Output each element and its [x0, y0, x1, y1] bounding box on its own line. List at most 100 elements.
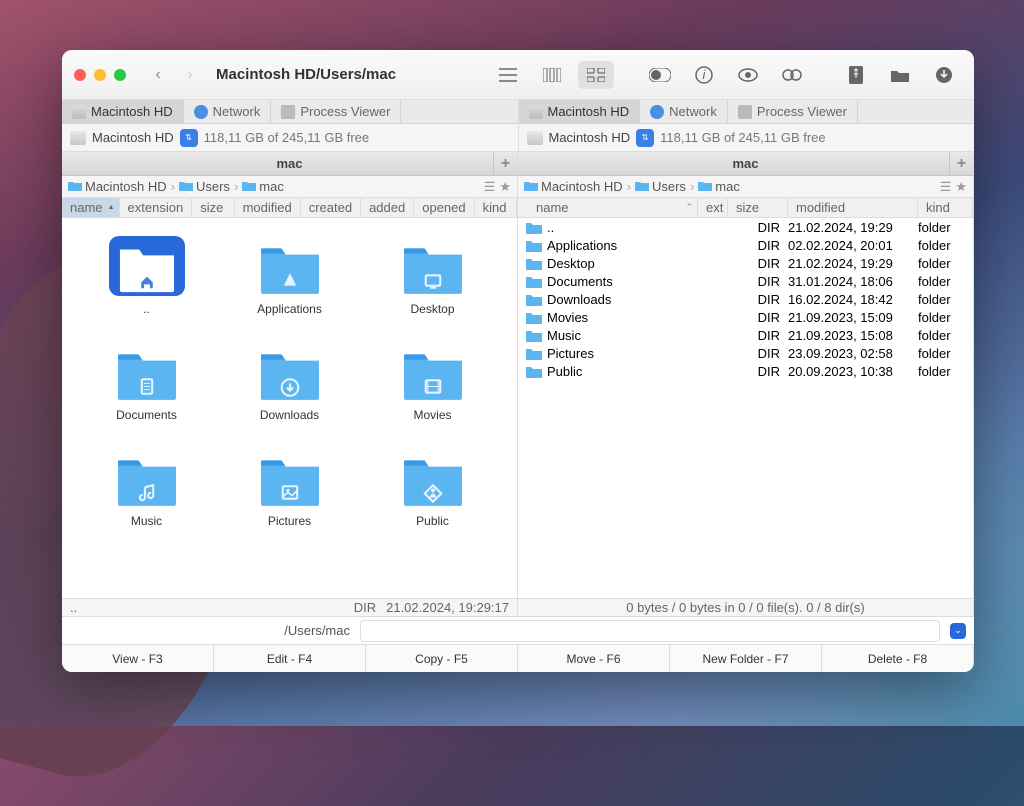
path-label: /Users/mac — [70, 623, 350, 638]
folder-icon — [526, 329, 542, 342]
drive-name: Macintosh HD — [92, 130, 174, 145]
right-list[interactable]: .. DIR 21.02.2024, 19:29 folder Applicat… — [518, 218, 973, 598]
column-header-added[interactable]: added — [361, 198, 414, 217]
grid-item-pictures[interactable]: Pictures — [223, 448, 356, 528]
fn-button-edit[interactable]: Edit - F4 — [214, 645, 366, 672]
quicklook-button[interactable] — [730, 61, 766, 89]
net-icon — [650, 105, 664, 119]
tab-process-viewer[interactable]: Process Viewer — [728, 100, 858, 123]
view-mode-icon[interactable]: ☰ — [940, 179, 952, 195]
favorite-icon[interactable]: ★ — [955, 179, 967, 195]
column-view-button[interactable] — [534, 61, 570, 89]
left-pane-title: mac + — [62, 152, 517, 176]
item-label: Desktop — [410, 302, 454, 316]
forward-button[interactable]: › — [178, 63, 202, 87]
right-columns-header: nameextsizemodifiedkind — [518, 198, 973, 218]
path-dropdown[interactable]: ⌄ — [950, 623, 966, 639]
tab-macintosh-hd[interactable]: Macintosh HD — [519, 100, 641, 123]
list-row[interactable]: Music DIR 21.09.2023, 15:08 folder — [518, 326, 973, 344]
view-mode-icon[interactable]: ☰ — [484, 179, 496, 195]
column-header-name[interactable]: name — [62, 198, 120, 217]
fn-button-view[interactable]: View - F3 — [62, 645, 214, 672]
disk-icon — [72, 105, 86, 119]
tab-network[interactable]: Network — [184, 100, 272, 123]
drive-dropdown[interactable]: ⇅ — [180, 129, 198, 147]
list-row[interactable]: Public DIR 20.09.2023, 10:38 folder — [518, 362, 973, 380]
column-header-created[interactable]: created — [301, 198, 361, 217]
list-row[interactable]: Pictures DIR 23.09.2023, 02:58 folder — [518, 344, 973, 362]
grid-item-movies[interactable]: Movies — [366, 342, 499, 422]
new-tab-button[interactable]: + — [493, 152, 517, 176]
list-view-button[interactable] — [490, 61, 526, 89]
fn-button-delete[interactable]: Delete - F8 — [822, 645, 974, 672]
breadcrumb-item[interactable]: mac — [242, 179, 284, 194]
grid-item-downloads[interactable]: Downloads — [223, 342, 356, 422]
column-header-kind[interactable]: kind — [918, 198, 973, 217]
grid-item-documents[interactable]: Documents — [80, 342, 213, 422]
grid-item-[interactable]: .. — [80, 236, 213, 316]
compress-button[interactable] — [838, 61, 874, 89]
grid-item-desktop[interactable]: Desktop — [366, 236, 499, 316]
column-header-modified[interactable]: modified — [235, 198, 301, 217]
favorite-icon[interactable]: ★ — [499, 179, 511, 195]
item-label: .. — [143, 302, 150, 316]
column-header-name[interactable]: name — [518, 198, 698, 217]
breadcrumb-item[interactable]: Users — [179, 179, 230, 194]
fn-button-move[interactable]: Move - F6 — [518, 645, 670, 672]
drive-space: 118,11 GB of 245,11 GB free — [204, 130, 370, 145]
column-header-extension[interactable]: extension — [120, 198, 193, 217]
column-header-ext[interactable]: ext — [698, 198, 728, 217]
tab-network[interactable]: Network — [640, 100, 728, 123]
list-row[interactable]: Documents DIR 31.01.2024, 18:06 folder — [518, 272, 973, 290]
proc-icon — [738, 105, 752, 119]
column-header-size[interactable]: size — [728, 198, 788, 217]
panes: mac + Macintosh HD › Users › mac ☰ ★ nam… — [62, 152, 974, 616]
left-tabs: Macintosh HDNetworkProcess Viewer — [62, 100, 518, 124]
column-header-opened[interactable]: opened — [414, 198, 474, 217]
icon-view-button[interactable] — [578, 61, 614, 89]
breadcrumb-item[interactable]: Users — [635, 179, 686, 194]
download-button[interactable] — [926, 61, 962, 89]
breadcrumb-item[interactable]: Macintosh HD — [524, 179, 623, 194]
right-tabs: Macintosh HDNetworkProcess Viewer — [519, 100, 975, 124]
minimize-button[interactable] — [94, 69, 106, 81]
folder-icon — [526, 311, 542, 324]
tab-macintosh-hd[interactable]: Macintosh HD — [62, 100, 184, 123]
window-title: Macintosh HD/Users/mac — [216, 66, 396, 83]
info-button[interactable]: i — [686, 61, 722, 89]
list-row[interactable]: Applications DIR 02.02.2024, 20:01 folde… — [518, 236, 973, 254]
list-row[interactable]: Movies DIR 21.09.2023, 15:09 folder — [518, 308, 973, 326]
folder-icon — [526, 275, 542, 288]
list-row[interactable]: Downloads DIR 16.02.2024, 18:42 folder — [518, 290, 973, 308]
breadcrumb-item[interactable]: mac — [698, 179, 740, 194]
folder-icon — [526, 239, 542, 252]
left-icon-grid[interactable]: .. Applications Desktop DocumentsDownloadsM… — [62, 218, 517, 598]
folder-icon — [252, 342, 328, 402]
close-button[interactable] — [74, 69, 86, 81]
fn-button-copy[interactable]: Copy - F5 — [366, 645, 518, 672]
path-input[interactable] — [360, 620, 940, 642]
grid-item-public[interactable]: Public — [366, 448, 499, 528]
right-status: 0 bytes / 0 bytes in 0 / 0 file(s). 0 / … — [518, 598, 973, 616]
grid-item-applications[interactable]: Applications — [223, 236, 356, 316]
drive-dropdown[interactable]: ⇅ — [636, 129, 654, 147]
list-row[interactable]: Desktop DIR 21.02.2024, 19:29 folder — [518, 254, 973, 272]
folder-icon — [526, 293, 542, 306]
breadcrumb-item[interactable]: Macintosh HD — [68, 179, 167, 194]
column-header-kind[interactable]: kind — [475, 198, 517, 217]
find-button[interactable] — [774, 61, 810, 89]
tab-process-viewer[interactable]: Process Viewer — [271, 100, 401, 123]
zoom-button[interactable] — [114, 69, 126, 81]
fn-button-new[interactable]: New Folder - F7 — [670, 645, 822, 672]
grid-item-music[interactable]: Music — [80, 448, 213, 528]
go-to-folder-button[interactable] — [882, 61, 918, 89]
back-button[interactable]: ‹ — [146, 63, 170, 87]
folder-icon — [252, 448, 328, 508]
drive-space: 118,11 GB of 245,11 GB free — [660, 130, 826, 145]
folder-icon — [179, 179, 193, 194]
list-row[interactable]: .. DIR 21.02.2024, 19:29 folder — [518, 218, 973, 236]
column-header-size[interactable]: size — [192, 198, 234, 217]
toggle-preview-button[interactable] — [642, 61, 678, 89]
new-tab-button[interactable]: + — [949, 152, 973, 176]
column-header-modified[interactable]: modified — [788, 198, 918, 217]
